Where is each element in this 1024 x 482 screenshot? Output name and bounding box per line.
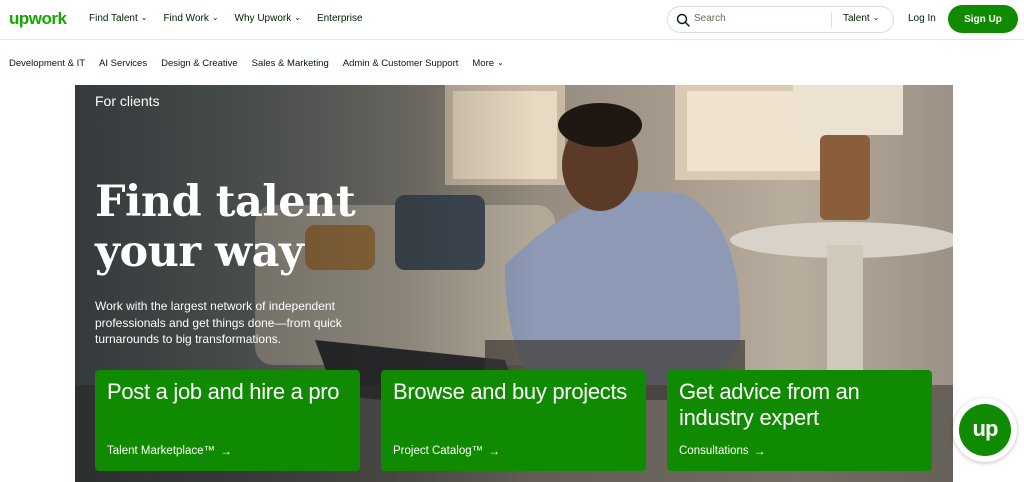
chevron-down-icon: ⌄ xyxy=(497,58,504,67)
category-admin-support[interactable]: Admin & Customer Support xyxy=(343,58,459,69)
nav-label: Why Upwork xyxy=(234,13,292,24)
login-link[interactable]: Log In xyxy=(908,13,936,24)
nav-enterprise[interactable]: Enterprise xyxy=(317,13,363,24)
search-divider xyxy=(831,12,832,28)
chevron-down-icon: ⌄ xyxy=(872,13,880,22)
card-consultations[interactable]: Get advice from an industry expert Consu… xyxy=(667,370,932,471)
arrow-right-icon: → xyxy=(220,444,233,458)
card-link[interactable]: Consultations → xyxy=(679,444,766,458)
main-nav: Find Talent ⌄ Find Work ⌄ Why Upwork ⌄ E… xyxy=(89,13,363,24)
hero-subtitle: Work with the largest network of indepen… xyxy=(95,299,342,346)
category-label: Sales & Marketing xyxy=(251,58,329,69)
search-bar: Talent ⌄ xyxy=(667,6,894,33)
card-title: Browse and buy projects xyxy=(393,379,628,404)
search-type-dropdown[interactable]: Talent ⌄ xyxy=(843,13,879,24)
category-label: Development & IT xyxy=(9,58,86,69)
category-ai-services[interactable]: AI Services xyxy=(99,58,147,69)
card-link[interactable]: Project Catalog™ → xyxy=(393,444,500,458)
category-development-it[interactable]: Development & IT xyxy=(9,58,85,69)
card-link-label: Project Catalog™ xyxy=(393,445,484,457)
top-header: upwork Find Talent ⌄ Find Work ⌄ Why Upw… xyxy=(0,0,1024,40)
card-title: Post a job and hire a pro xyxy=(107,379,340,404)
card-link[interactable]: Talent Marketplace™ → xyxy=(107,444,232,458)
upwork-logo[interactable]: upwork xyxy=(9,9,67,29)
arrow-right-icon: → xyxy=(753,444,766,458)
category-label: Admin & Customer Support xyxy=(342,58,459,69)
arrow-right-icon: → xyxy=(488,444,501,458)
category-design-creative[interactable]: Design & Creative xyxy=(161,58,238,69)
signup-button[interactable]: Sign Up xyxy=(948,5,1018,33)
card-browse-projects[interactable]: Browse and buy projects Project Catalog™… xyxy=(381,370,646,471)
category-label: AI Services xyxy=(99,58,148,69)
upwork-chat-badge[interactable]: up xyxy=(953,398,1017,462)
badge-circle: up xyxy=(959,404,1011,456)
nav-find-talent[interactable]: Find Talent ⌄ xyxy=(89,13,147,24)
card-link-label: Talent Marketplace™ xyxy=(107,445,216,457)
category-label: More xyxy=(472,58,495,69)
nav-label: Find Work xyxy=(163,13,209,24)
search-type-label: Talent xyxy=(843,13,870,24)
category-bar: Development & IT AI Services Design & Cr… xyxy=(9,58,504,69)
card-title: Get advice from an industry expert xyxy=(679,379,860,430)
chevron-down-icon: ⌄ xyxy=(211,13,219,22)
search-icon xyxy=(676,13,690,27)
category-sales-marketing[interactable]: Sales & Marketing xyxy=(252,58,329,69)
category-label: Design & Creative xyxy=(161,58,238,69)
nav-label: Find Talent xyxy=(89,13,138,24)
hero-title: Find talent your way xyxy=(95,177,356,277)
chevron-down-icon: ⌄ xyxy=(294,13,301,22)
chevron-down-icon: ⌄ xyxy=(140,13,148,22)
hero-eyebrow: For clients xyxy=(95,93,160,109)
card-post-job[interactable]: Post a job and hire a pro Talent Marketp… xyxy=(95,370,360,471)
card-link-label: Consultations xyxy=(679,445,749,457)
hero-banner: For clients Find talent your way Work wi… xyxy=(75,85,953,482)
nav-why-upwork[interactable]: Why Upwork ⌄ xyxy=(235,13,301,24)
category-more[interactable]: More ⌄ xyxy=(472,58,503,69)
nav-label: Enterprise xyxy=(316,13,363,24)
badge-logo-text: up xyxy=(972,416,999,441)
nav-find-work[interactable]: Find Work ⌄ xyxy=(163,13,218,24)
search-input[interactable] xyxy=(694,13,814,24)
